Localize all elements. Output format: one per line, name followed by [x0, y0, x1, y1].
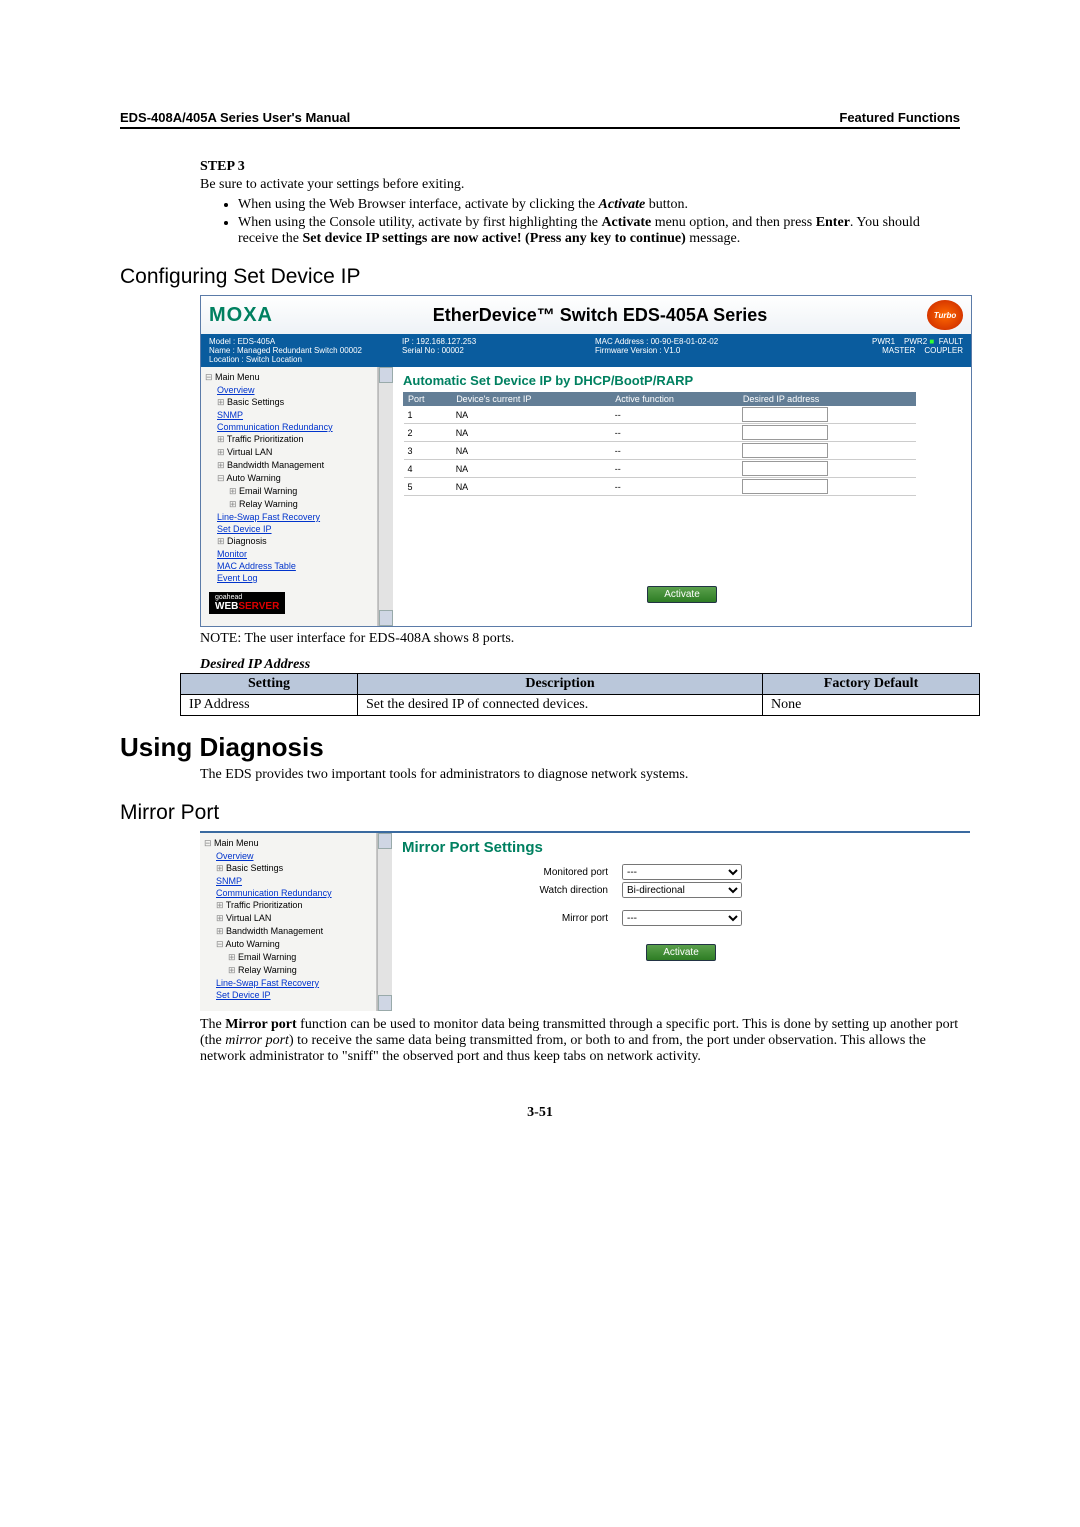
nav-traffic[interactable]: Traffic Prioritization [204, 899, 374, 912]
th-current: Device's current IP [452, 393, 611, 406]
monitored-port-select[interactable]: --- [622, 864, 742, 880]
scroll-down-icon[interactable] [378, 995, 392, 1011]
nav-bw[interactable]: Bandwidth Management [204, 925, 374, 938]
nav-scrollbar[interactable] [378, 367, 393, 626]
bullet-1: When using the Web Browser interface, ac… [238, 197, 960, 213]
heading-diagnosis: Using Diagnosis [120, 732, 960, 763]
table-row: 5NA-- [404, 478, 916, 496]
device-title: EtherDevice™ Switch EDS-405A Series [433, 305, 767, 326]
mirror-title: Mirror Port Settings [402, 839, 960, 856]
th-port: Port [404, 393, 452, 406]
heading-config: Configuring Set Device IP [120, 265, 960, 289]
step-label: STEP 3 [200, 159, 960, 175]
nav-tree: Main Menu Overview Basic Settings SNMP C… [201, 367, 378, 626]
nav-line[interactable]: Line-Swap Fast Recovery [216, 978, 319, 988]
nav-comm[interactable]: Communication Redundancy [217, 422, 333, 432]
desired-heading: Desired IP Address [200, 657, 960, 673]
nav-basic[interactable]: Basic Settings [205, 396, 375, 409]
setting-table: Setting Description Factory Default IP A… [180, 673, 980, 716]
label-watch: Watch direction [442, 885, 622, 896]
nav-line[interactable]: Line-Swap Fast Recovery [217, 512, 320, 522]
step-bullets: When using the Web Browser interface, ac… [220, 197, 960, 247]
nav-vlan[interactable]: Virtual LAN [205, 446, 375, 459]
th-active: Active function [611, 393, 739, 406]
ip-table: Port Device's current IP Active function… [403, 392, 916, 496]
desired-ip-input[interactable] [742, 461, 828, 476]
moxa-logo: MOXA [209, 304, 273, 327]
nav-auto[interactable]: Auto Warning [204, 938, 374, 951]
nav-mact[interactable]: MAC Address Table [217, 561, 296, 571]
nav-bw[interactable]: Bandwidth Management [205, 459, 375, 472]
nav-vlan[interactable]: Virtual LAN [204, 912, 374, 925]
label-monitored: Monitored port [442, 867, 622, 878]
nav-tree-2: Main Menu Overview Basic Settings SNMP C… [200, 833, 377, 1011]
nav-evl[interactable]: Event Log [217, 573, 258, 583]
table-row: 4NA-- [404, 460, 916, 478]
nav-overview[interactable]: Overview [217, 385, 255, 395]
nav-scrollbar-2[interactable] [377, 833, 392, 1011]
nav-snmp[interactable]: SNMP [217, 410, 243, 420]
activate-button-2[interactable]: Activate [646, 944, 716, 961]
nav-snmp[interactable]: SNMP [216, 876, 242, 886]
webserver-badge: goahead WEBSERVER [209, 592, 285, 614]
content-title: Automatic Set Device IP by DHCP/BootP/RA… [403, 373, 961, 388]
mirror-port-select[interactable]: --- [622, 910, 742, 926]
nav-relay[interactable]: Relay Warning [205, 498, 375, 511]
nav-diag[interactable]: Diagnosis [205, 535, 375, 548]
nav-traffic[interactable]: Traffic Prioritization [205, 433, 375, 446]
bullet-2: When using the Console utility, activate… [238, 215, 960, 247]
page-header: EDS-408A/405A Series User's Manual Featu… [120, 110, 960, 129]
header-right: Featured Functions [839, 110, 960, 125]
nav-main[interactable]: Main Menu [204, 837, 374, 850]
desired-ip-input[interactable] [742, 425, 828, 440]
table-row: 1NA-- [404, 406, 916, 424]
diag-intro: The EDS provides two important tools for… [200, 767, 960, 783]
device-info-bar: Model : EDS-405A Name : Managed Redundan… [201, 334, 971, 367]
nav-relay[interactable]: Relay Warning [204, 964, 374, 977]
nav-email[interactable]: Email Warning [205, 485, 375, 498]
nav-basic[interactable]: Basic Settings [204, 862, 374, 875]
table-row: 2NA-- [404, 424, 916, 442]
watch-direction-select[interactable]: Bi-directional [622, 882, 742, 898]
nav-main[interactable]: Main Menu [205, 371, 375, 384]
note-text: NOTE: The user interface for EDS-408A sh… [200, 631, 960, 647]
nav-sdip[interactable]: Set Device IP [216, 990, 271, 1000]
mirror-paragraph: The Mirror port function can be used to … [200, 1017, 960, 1065]
nav-sdip[interactable]: Set Device IP [217, 524, 272, 534]
desired-ip-input[interactable] [742, 479, 828, 494]
scroll-up-icon[interactable] [378, 833, 392, 849]
nav-auto[interactable]: Auto Warning [205, 472, 375, 485]
step-intro: Be sure to activate your settings before… [200, 177, 960, 193]
scroll-up-icon[interactable] [379, 367, 393, 383]
scroll-down-icon[interactable] [379, 610, 393, 626]
label-mirror: Mirror port [442, 913, 622, 924]
heading-mirror: Mirror Port [120, 801, 960, 825]
th-desired: Desired IP address [738, 393, 916, 406]
desired-ip-input[interactable] [742, 443, 828, 458]
header-left: EDS-408A/405A Series User's Manual [120, 110, 350, 125]
screenshot-set-device-ip: MOXA EtherDevice™ Switch EDS-405A Series… [200, 295, 972, 627]
screenshot-mirror-port: Main Menu Overview Basic Settings SNMP C… [200, 831, 970, 1011]
nav-mon[interactable]: Monitor [217, 549, 247, 559]
activate-button[interactable]: Activate [647, 586, 717, 603]
page-number: 3-51 [120, 1105, 960, 1121]
nav-overview[interactable]: Overview [216, 851, 254, 861]
desired-ip-input[interactable] [742, 407, 828, 422]
turbo-ring-icon: Turbo [927, 300, 963, 330]
table-row: 3NA-- [404, 442, 916, 460]
nav-comm[interactable]: Communication Redundancy [216, 888, 332, 898]
nav-email[interactable]: Email Warning [204, 951, 374, 964]
